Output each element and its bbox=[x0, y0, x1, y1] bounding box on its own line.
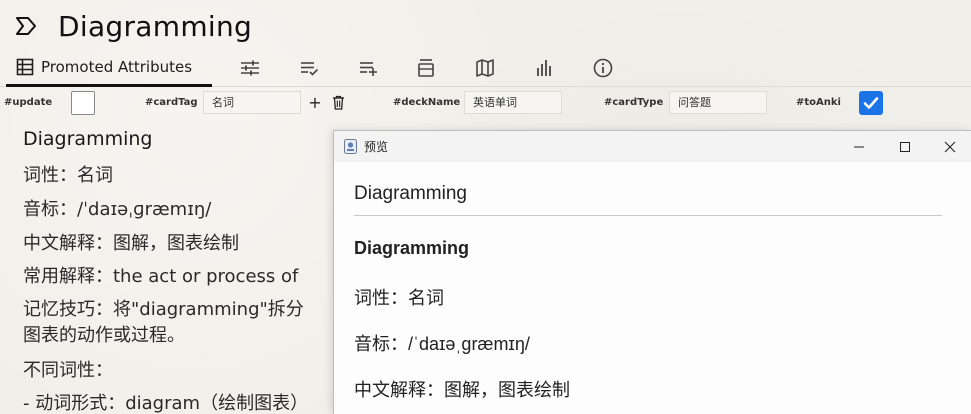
close-button[interactable] bbox=[939, 136, 961, 158]
promoted-attributes-bar: #update #cardTag 名词 + #deckName 英语单词 #ca… bbox=[0, 88, 971, 118]
preview-header: Diagramming bbox=[354, 183, 467, 204]
preview-body: Diagramming Diagramming 词性：名词 音标：/ˈdaɪəˌ… bbox=[334, 162, 971, 414]
tab-note-info[interactable] bbox=[589, 54, 617, 82]
maximize-button[interactable] bbox=[894, 136, 916, 158]
content-line: 中文解释：图解，图表绘制 bbox=[23, 233, 239, 254]
panel-collapse-icon bbox=[418, 59, 434, 77]
minimize-icon bbox=[854, 146, 864, 148]
attr-label-cardtag: #cardTag bbox=[145, 97, 198, 108]
content-heading: Diagramming bbox=[23, 128, 153, 150]
deckname-input[interactable]: 英语单词 bbox=[464, 91, 562, 114]
table-icon bbox=[16, 58, 34, 76]
close-icon bbox=[944, 141, 956, 153]
content-line: - 动词形式：diagram（绘制图表） bbox=[23, 393, 309, 414]
cardtag-input[interactable]: 名词 bbox=[203, 91, 301, 114]
bar-chart-icon bbox=[537, 60, 551, 76]
preview-line: 音标：/ˈdaɪəˌɡræmɪŋ/ bbox=[354, 334, 530, 354]
tab-promoted-attributes-label: Promoted Attributes bbox=[41, 58, 193, 76]
content-line: 不同词性： bbox=[23, 360, 113, 381]
checkmark-icon bbox=[863, 97, 879, 109]
content-line: 音标：/ˈdaɪəˌɡræmɪŋ/ bbox=[23, 199, 212, 220]
toanki-checkbox[interactable] bbox=[859, 91, 883, 115]
tab-promoted-attributes[interactable]: Promoted Attributes bbox=[6, 50, 212, 87]
minimize-button[interactable] bbox=[848, 136, 870, 158]
attr-label-deckname: #deckName bbox=[393, 97, 461, 108]
note-title[interactable]: Diagramming bbox=[58, 10, 252, 43]
delete-attribute-button[interactable] bbox=[330, 93, 346, 111]
playlist-add-icon bbox=[360, 62, 377, 76]
content-line: 图表的动作或过程。 bbox=[23, 325, 185, 346]
content-line: 词性：名词 bbox=[23, 165, 113, 186]
trash-icon bbox=[332, 95, 344, 110]
preview-window-title: 预览 bbox=[364, 140, 389, 154]
preview-bold-title: Diagramming bbox=[354, 238, 470, 258]
sliders-icon bbox=[241, 60, 259, 76]
info-icon bbox=[593, 58, 613, 78]
attr-label-toanki: #toAnki bbox=[796, 97, 841, 108]
note-chevron-icon[interactable] bbox=[14, 14, 38, 38]
cardtype-input[interactable]: 问答题 bbox=[669, 91, 767, 114]
content-line: 常用解释：the act or process of bbox=[23, 266, 299, 287]
tab-collapse[interactable] bbox=[412, 54, 440, 82]
add-attribute-button[interactable]: + bbox=[307, 93, 323, 112]
attr-label-update: #update bbox=[4, 97, 53, 108]
ribbon-tabs: Promoted Attributes bbox=[0, 50, 971, 87]
checklist-icon bbox=[301, 62, 319, 76]
app-icon bbox=[344, 139, 357, 154]
tab-note-map[interactable] bbox=[471, 54, 499, 82]
tab-owned-attributes[interactable] bbox=[236, 54, 264, 82]
tab-note-info-stats[interactable] bbox=[530, 54, 558, 82]
preview-line: 词性：名词 bbox=[354, 288, 444, 308]
tab-checklist[interactable] bbox=[295, 54, 323, 82]
preview-divider bbox=[354, 215, 942, 216]
maximize-icon bbox=[900, 142, 910, 152]
update-checkbox[interactable] bbox=[71, 91, 95, 115]
map-icon bbox=[476, 59, 494, 77]
preview-line: 中文解释：图解，图表绘制 bbox=[354, 380, 570, 400]
tab-add-attribute[interactable] bbox=[354, 54, 382, 82]
content-line: 记忆技巧：将"diagramming"拆分 bbox=[23, 299, 304, 320]
note-title-row: Diagramming bbox=[14, 4, 252, 48]
attr-label-cardtype: #cardType bbox=[604, 97, 664, 108]
preview-window[interactable]: 预览 Diagramming Diagramming 词性：名词 音标：/ˈda… bbox=[333, 130, 971, 414]
preview-titlebar[interactable]: 预览 bbox=[334, 131, 971, 162]
